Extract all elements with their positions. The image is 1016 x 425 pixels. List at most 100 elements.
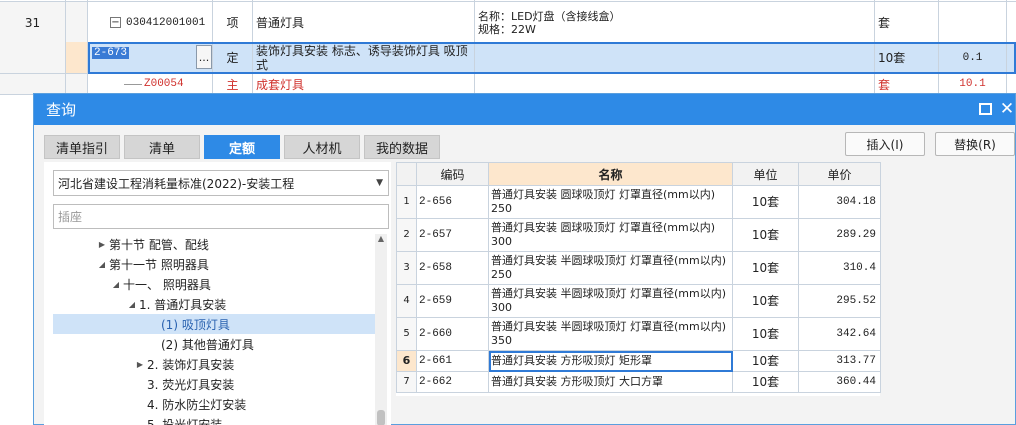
tree-item-section-10[interactable]: ▶ 第十节 配管、配线 — [53, 234, 375, 254]
quota-unit: 10套 — [732, 350, 799, 372]
quota-unit: 10套 — [732, 284, 799, 318]
scroll-thumb[interactable] — [377, 410, 385, 425]
row-name: 装饰灯具安装 标志、诱导装饰灯具 吸顶式 — [253, 42, 475, 73]
dialog-title: 查询 — [46, 101, 77, 119]
chapter-tree: ▶ 第十节 配管、配线 ◢ 第十一节 照明器具 ◢ 十一、 照明器具 ◢ 1. … — [53, 234, 375, 425]
quota-code: 2-662 — [416, 371, 489, 393]
tree-item-lighting[interactable]: ◢ 十一、 照明器具 — [53, 274, 375, 294]
tree-item-ceiling-lamps[interactable]: (1) 吸顶灯具 — [53, 314, 375, 334]
search-input[interactable] — [53, 204, 389, 229]
close-icon[interactable]: ✕ — [1000, 99, 1014, 119]
code-edit-field[interactable]: 2-673 — [92, 44, 196, 59]
table-row[interactable]: 5 2-660 普通灯具安装 半圆球吸顶灯 灯罩直径(mm以内) 350 10套… — [396, 317, 881, 351]
quota-price: 289.29 — [798, 218, 881, 252]
table-row[interactable]: 1 2-656 普通灯具安装 圆球吸顶灯 灯罩直径(mm以内) 250 10套 … — [396, 185, 881, 219]
tab-my-data[interactable]: 我的数据 — [364, 135, 440, 159]
tree-item-section-11[interactable]: ◢ 第十一节 照明器具 — [53, 254, 375, 274]
column-header-unit[interactable]: 单位 — [732, 162, 799, 186]
tree-item-fluorescent-lamps[interactable]: 3. 荧光灯具安装 — [53, 374, 375, 394]
quota-price: 295.52 — [798, 284, 881, 318]
table-header: 编码 名称 单位 单价 — [396, 162, 881, 186]
table-row[interactable]: 4 2-659 普通灯具安装 半圆球吸顶灯 灯罩直径(mm以内) 300 10套… — [396, 284, 881, 318]
standard-select-value: 河北省建设工程消耗量标准(2022)-安装工程 — [58, 176, 295, 191]
column-header-name[interactable]: 名称 — [488, 162, 733, 186]
maximize-icon[interactable] — [978, 102, 992, 116]
quota-price: 342.64 — [798, 317, 881, 351]
quota-code: 2-656 — [416, 185, 489, 219]
quota-code: 2-659 — [416, 284, 489, 318]
row-unit: 10套 — [875, 42, 939, 73]
row-quantity: 0.1 — [939, 42, 1007, 73]
tab-list-guide[interactable]: 清单指引 — [44, 135, 120, 159]
expand-right-icon[interactable]: ▶ — [95, 240, 109, 249]
quota-name: 普通灯具安装 半圆球吸顶灯 灯罩直径(mm以内) 300 — [488, 284, 733, 318]
row-unit: 套 — [875, 74, 939, 94]
row-number: 7 — [396, 371, 417, 393]
tree-item-other-lamps[interactable]: (2) 其他普通灯具 — [53, 334, 375, 354]
tab-labor-material-machine[interactable]: 人材机 — [284, 135, 360, 159]
table-row[interactable]: 7 2-662 普通灯具安装 方形吸顶灯 大口方罩 10套 360.44 — [396, 371, 881, 393]
column-header-price[interactable]: 单价 — [798, 162, 881, 186]
row-index: 31 — [0, 2, 66, 43]
column-header-index — [396, 162, 417, 186]
tab-quota[interactable]: 定额 — [204, 135, 280, 159]
collapse-down-icon[interactable]: ◢ — [125, 300, 139, 309]
quota-price: 304.18 — [798, 185, 881, 219]
quota-unit: 10套 — [732, 185, 799, 219]
collapse-down-icon[interactable]: ◢ — [109, 280, 123, 289]
tab-list[interactable]: 清单 — [124, 135, 200, 159]
row-name: 成套灯具 — [253, 74, 475, 94]
quota-name[interactable]: 普通灯具安装 方形吸顶灯 矩形罩 — [488, 350, 733, 372]
chevron-down-icon[interactable]: ▼ — [376, 178, 383, 188]
tree-item-normal-lamps[interactable]: ◢ 1. 普通灯具安装 — [53, 294, 375, 314]
column-header-code[interactable]: 编码 — [416, 162, 489, 186]
quota-code: 2-661 — [416, 350, 489, 372]
more-button[interactable]: ... — [196, 45, 212, 69]
row-unit: 套 — [875, 2, 939, 43]
query-tabs: 清单指引 清单 定额 人材机 我的数据 — [44, 135, 440, 159]
expand-right-icon[interactable]: ▶ — [133, 360, 147, 369]
row-feature: 名称：LED灯盘（含接线盒） 规格：22W — [475, 2, 875, 43]
budget-sheet: 31 − 030412001001 项 普通灯具 名称：LED灯盘（含接线盒） … — [0, 0, 1016, 95]
row-type: 项 — [213, 2, 253, 43]
standard-select[interactable]: 河北省建设工程消耗量标准(2022)-安装工程 ▼ — [53, 170, 389, 196]
row-quantity: 10.1 — [939, 74, 1007, 94]
quota-price: 360.44 — [798, 371, 881, 393]
tree-item-floodlights[interactable]: 5. 投光灯安装 — [53, 414, 375, 425]
tree-item-decorative-lamps[interactable]: ▶ 2. 装饰灯具安装 — [53, 354, 375, 374]
row-number: 3 — [396, 251, 417, 285]
sheet-row-31[interactable]: 31 − 030412001001 项 普通灯具 名称：LED灯盘（含接线盒） … — [0, 2, 1016, 44]
quota-name: 普通灯具安装 半圆球吸顶灯 灯罩直径(mm以内) 250 — [488, 251, 733, 285]
table-row[interactable]: 2 2-657 普通灯具安装 圆球吸顶灯 灯罩直径(mm以内) 300 10套 … — [396, 218, 881, 252]
quota-code: 2-658 — [416, 251, 489, 285]
table-row-current[interactable]: 6 2-661 普通灯具安装 方形吸顶灯 矩形罩 10套 313.77 — [396, 350, 881, 372]
dialog-titlebar[interactable]: 查询 ✕ — [34, 94, 1015, 125]
query-dialog: 查询 ✕ 清单指引 清单 定额 人材机 我的数据 插入(I) 替换(R) 河北省… — [33, 93, 1016, 425]
row-number: 2 — [396, 218, 417, 252]
replace-button[interactable]: 替换(R) — [935, 132, 1015, 156]
quota-code: 2-657 — [416, 218, 489, 252]
quota-table: 编码 名称 单位 单价 1 2-656 普通灯具安装 圆球吸顶灯 灯罩直径(mm… — [396, 162, 881, 396]
collapse-icon[interactable]: − — [110, 17, 121, 28]
tree-line — [124, 83, 142, 85]
row-code: 030412001001 — [126, 16, 206, 29]
sheet-row-sub[interactable]: Z00054 主 成套灯具 套 10.1 — [0, 74, 1016, 95]
insert-button[interactable]: 插入(I) — [845, 132, 925, 156]
quota-price: 310.4 — [798, 251, 881, 285]
table-row[interactable]: 3 2-658 普通灯具安装 半圆球吸顶灯 灯罩直径(mm以内) 250 10套… — [396, 251, 881, 285]
quota-price: 313.77 — [798, 350, 881, 372]
collapse-down-icon[interactable]: ◢ — [95, 260, 109, 269]
scroll-up-icon[interactable]: ▲ — [375, 234, 387, 246]
quota-name: 普通灯具安装 半圆球吸顶灯 灯罩直径(mm以内) 350 — [488, 317, 733, 351]
quota-unit: 10套 — [732, 317, 799, 351]
quota-code: 2-660 — [416, 317, 489, 351]
row-type: 主 — [213, 74, 253, 94]
tree-item-waterproof-lamps[interactable]: 4. 防水防尘灯安装 — [53, 394, 375, 414]
quota-name: 普通灯具安装 方形吸顶灯 大口方罩 — [488, 371, 733, 393]
quota-unit: 10套 — [732, 218, 799, 252]
row-number: 5 — [396, 317, 417, 351]
quota-unit: 10套 — [732, 371, 799, 393]
quota-unit: 10套 — [732, 251, 799, 285]
tree-scrollbar[interactable]: ▲ — [375, 234, 387, 425]
row-type: 定 — [213, 42, 253, 73]
